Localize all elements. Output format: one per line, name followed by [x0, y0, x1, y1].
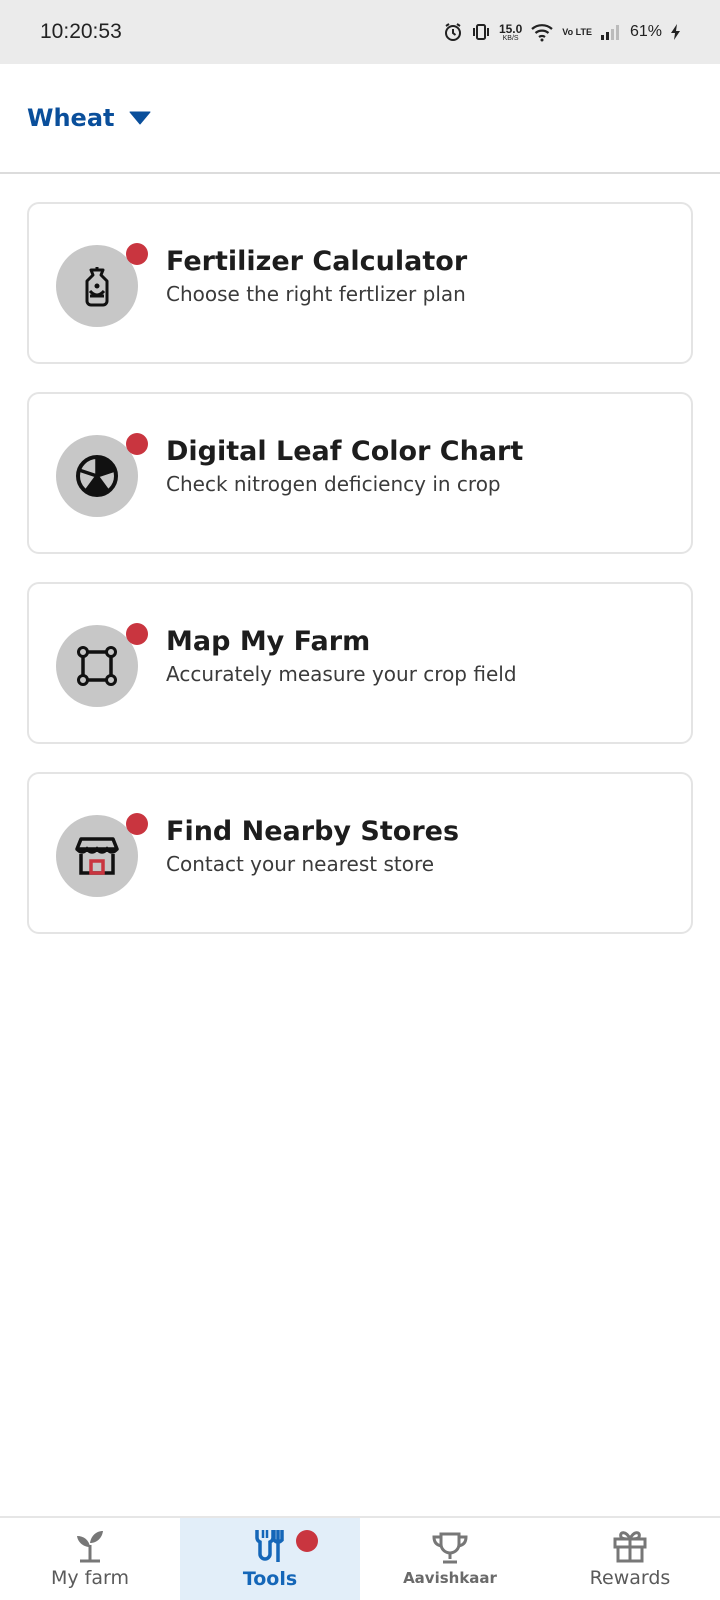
alarm-icon [444, 23, 461, 41]
color-wheel-icon [76, 455, 118, 497]
new-badge-dot [126, 623, 148, 645]
signal-icon [600, 25, 619, 40]
tool-text: Map My Farm Accurately measure your crop… [166, 626, 517, 686]
polygon-map-icon [77, 646, 117, 686]
tool-card-find-nearby-stores[interactable]: Find Nearby Stores Contact your nearest … [27, 772, 693, 934]
sprout-icon [77, 1531, 103, 1563]
nav-item-my-farm[interactable]: My farm [0, 1518, 180, 1600]
tool-subtitle: Contact your nearest store [166, 852, 435, 877]
tool-title: Digital Leaf Color Chart [166, 436, 524, 467]
nav-label: My farm [51, 1567, 129, 1589]
tool-text: Find Nearby Stores Contact your nearest … [166, 816, 459, 876]
crop-selector[interactable]: Wheat [27, 104, 151, 132]
nav-item-rewards[interactable]: Rewards [540, 1518, 720, 1600]
net-speed-value: 15.0 [498, 21, 523, 36]
tools-notification-dot [296, 1530, 318, 1552]
charging-icon [671, 24, 680, 40]
store-icon [75, 837, 119, 875]
trophy-icon [432, 1532, 468, 1564]
network-speed: 15.0 KB/S [499, 23, 522, 42]
nav-label: Tools [242, 1568, 298, 1590]
wifi-icon [531, 24, 554, 42]
nav-item-aavishkaar[interactable]: Aavishkaar [360, 1518, 540, 1600]
vibrate-icon [472, 24, 489, 40]
gift-icon [613, 1531, 647, 1563]
status-icons: 15.0 KB/S Vo LTE 61% [443, 22, 682, 42]
nav-label: Rewards [589, 1567, 671, 1589]
bottom-navigation: My farm Tools Aavishkaar Rewards [0, 1516, 720, 1600]
tools-icon [255, 1530, 284, 1562]
status-time: 10:20:53 [40, 20, 122, 43]
nav-label: Aavishkaar [403, 1569, 497, 1587]
new-badge-dot [126, 243, 148, 265]
tool-title: Fertilizer Calculator [166, 246, 468, 277]
tool-card-fertilizer-calculator[interactable]: Fertilizer Calculator Choose the right f… [27, 202, 693, 364]
tool-icon-circle [56, 433, 148, 517]
tool-list: Fertilizer Calculator Choose the right f… [27, 202, 693, 962]
tool-text: Fertilizer Calculator Choose the right f… [166, 246, 467, 306]
tool-subtitle: Choose the right fertlizer plan [166, 282, 466, 307]
app-header: Wheat [0, 64, 720, 174]
tool-subtitle: Accurately measure your crop field [166, 662, 517, 687]
tool-card-digital-leaf-color-chart[interactable]: Digital Leaf Color Chart Check nitrogen … [27, 392, 693, 554]
status-bar: 10:20:53 15.0 KB/S Vo LTE 61% [0, 0, 720, 64]
tool-title: Map My Farm [166, 626, 371, 657]
tool-card-map-my-farm[interactable]: Map My Farm Accurately measure your crop… [27, 582, 693, 744]
tool-title: Find Nearby Stores [166, 816, 460, 847]
tool-subtitle: Check nitrogen deficiency in crop [166, 472, 501, 497]
battery-percentage: 61% [629, 23, 662, 40]
net-speed-unit: KB/S [502, 34, 519, 42]
volte-indicator: Vo LTE [562, 26, 592, 37]
nav-item-tools[interactable]: Tools [180, 1518, 360, 1600]
new-badge-dot [126, 433, 148, 455]
caret-down-icon [129, 111, 151, 125]
tool-icon-circle [56, 243, 148, 327]
tool-icon-circle [56, 813, 148, 897]
tool-icon-circle [56, 623, 148, 707]
tool-text: Digital Leaf Color Chart Check nitrogen … [166, 436, 523, 496]
fertilizer-bag-icon [85, 267, 109, 307]
crop-selector-label: Wheat [27, 104, 115, 132]
new-badge-dot [126, 813, 148, 835]
